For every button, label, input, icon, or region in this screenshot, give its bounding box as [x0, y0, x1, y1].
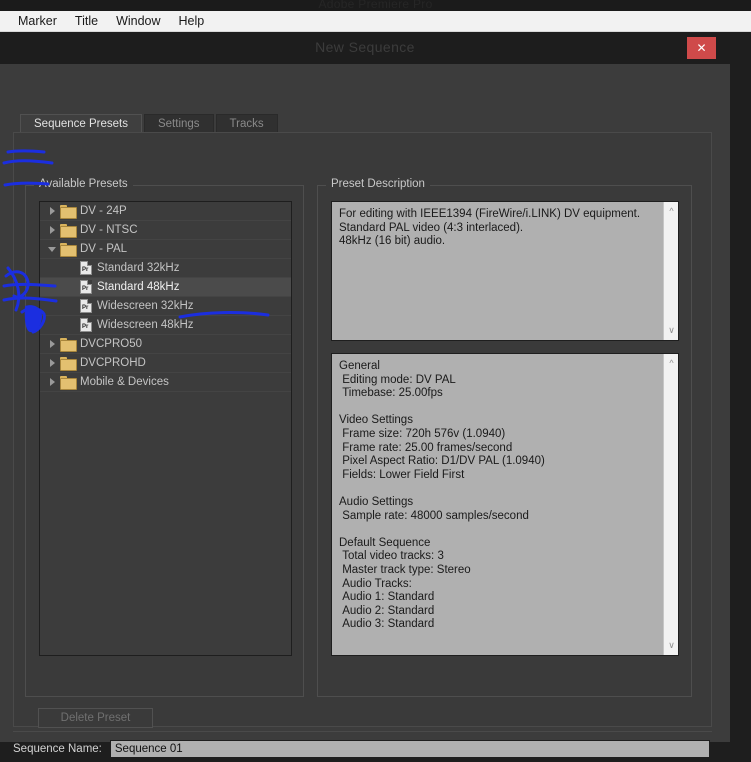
tree-item-label: DVCPROHD	[80, 357, 146, 369]
folder-icon	[60, 376, 77, 390]
menu-item-help[interactable]: Help	[170, 12, 214, 31]
premiere-preset-file-icon: Pr	[80, 280, 92, 294]
pr-glyph: Pr	[82, 305, 89, 311]
description-scrollbar[interactable]: ^ ∨	[663, 202, 678, 340]
dialog-title: New Sequence	[315, 39, 415, 55]
tree-item-label: Standard 32kHz	[97, 262, 180, 274]
tab-strip: Sequence Presets Settings Tracks	[20, 113, 280, 133]
tree-item-label: Widescreen 48kHz	[97, 319, 194, 331]
disclosure-triangle-icon	[49, 359, 55, 367]
chevron-right-icon[interactable]	[44, 359, 60, 367]
menu-item-marker[interactable]: Marker	[9, 12, 66, 31]
delete-preset-button[interactable]: Delete Preset	[38, 708, 153, 728]
folder-icon	[60, 338, 77, 352]
menu-item-title[interactable]: Title	[66, 12, 107, 31]
premiere-preset-file-icon: Pr	[80, 299, 92, 313]
chevron-right-icon[interactable]	[44, 207, 60, 215]
app-titlebar: Adobe Premiere Pro	[0, 0, 751, 11]
footer-divider	[13, 731, 712, 732]
scroll-down-icon[interactable]: ∨	[664, 323, 678, 338]
tree-item-label: Mobile & Devices	[80, 376, 169, 388]
folder-icon	[60, 224, 77, 238]
preset-tree[interactable]: DV - 24P DV - NTSC DV - PAL Pr Standard 32kH…	[39, 201, 292, 656]
preset-description-label: Preset Description	[326, 178, 430, 190]
tree-item-label: DVCPRO50	[80, 338, 142, 350]
tree-item-label: DV - PAL	[80, 243, 128, 255]
tree-row[interactable]: DVCPRO50	[40, 335, 291, 354]
app-root: Adobe Premiere Pro Marker Title Window Help…	[0, 0, 751, 762]
available-presets-group: Available Presets DV - 24P DV - NTSC DV - …	[25, 178, 304, 697]
tree-row[interactable]: Pr Widescreen 32kHz	[40, 297, 291, 316]
tree-row[interactable]: DV - 24P	[40, 202, 291, 221]
available-presets-label: Available Presets	[34, 178, 133, 190]
tree-item-label: Standard 48kHz	[97, 281, 180, 293]
tree-item-label: DV - NTSC	[80, 224, 138, 236]
tree-row[interactable]: Mobile & Devices	[40, 373, 291, 392]
new-sequence-dialog: New Sequence ✕ Sequence Presets Settings T…	[0, 32, 730, 758]
app-title: Adobe Premiere Pro	[318, 0, 433, 11]
tab-sequence-presets[interactable]: Sequence Presets	[20, 114, 142, 133]
disclosure-triangle-icon	[49, 340, 55, 348]
pr-glyph: Pr	[82, 286, 89, 292]
close-icon[interactable]: ✕	[687, 37, 716, 59]
chevron-right-icon[interactable]	[44, 378, 60, 386]
chevron-right-icon[interactable]	[44, 340, 60, 348]
preset-description-box: For editing with IEEE1394 (FireWire/i.LI…	[331, 201, 679, 341]
disclosure-triangle-icon	[49, 207, 55, 215]
scroll-down-icon[interactable]: ∨	[664, 638, 678, 653]
folder-icon	[60, 205, 77, 219]
sequence-name-row: Sequence Name:	[13, 740, 710, 758]
disclosure-triangle-icon	[49, 226, 55, 234]
premiere-preset-file-icon: Pr	[80, 261, 92, 275]
scroll-up-icon[interactable]: ^	[664, 204, 678, 219]
menu-bar: Marker Title Window Help	[0, 11, 751, 32]
tree-row[interactable]: DV - NTSC	[40, 221, 291, 240]
tree-row[interactable]: DVCPROHD	[40, 354, 291, 373]
chevron-down-icon[interactable]	[44, 246, 60, 252]
tree-row[interactable]: Pr Standard 48kHz	[40, 278, 291, 297]
preset-description-text: For editing with IEEE1394 (FireWire/i.LI…	[339, 208, 641, 248]
preset-details-text: General Editing mode: DV PAL Timebase: 2…	[339, 360, 545, 631]
disclosure-triangle-icon	[48, 246, 56, 252]
pr-glyph: Pr	[82, 324, 89, 330]
presets-panel: Available Presets DV - 24P DV - NTSC DV - …	[13, 132, 712, 728]
dialog-titlebar[interactable]: New Sequence ✕	[0, 32, 730, 64]
details-scrollbar[interactable]: ^ ∨	[663, 354, 678, 655]
scroll-up-icon[interactable]: ^	[664, 356, 678, 371]
tree-item-label: DV - 24P	[80, 205, 127, 217]
disclosure-triangle-icon	[49, 378, 55, 386]
pr-glyph: Pr	[82, 267, 89, 273]
sequence-name-input[interactable]	[109, 740, 710, 758]
tree-row[interactable]: Pr Widescreen 48kHz	[40, 316, 291, 335]
tab-settings[interactable]: Settings	[143, 114, 214, 133]
premiere-preset-file-icon: Pr	[80, 318, 92, 332]
chevron-right-icon[interactable]	[44, 226, 60, 234]
menu-item-window[interactable]: Window	[107, 12, 169, 31]
folder-icon	[60, 357, 77, 371]
tab-tracks[interactable]: Tracks	[215, 114, 278, 133]
preset-description-group: Preset Description For editing with IEEE…	[317, 178, 692, 697]
preset-details-box: General Editing mode: DV PAL Timebase: 2…	[331, 353, 679, 656]
tree-row[interactable]: Pr Standard 32kHz	[40, 259, 291, 278]
tree-item-label: Widescreen 32kHz	[97, 300, 194, 312]
dialog-body: Sequence Presets Settings Tracks Available…	[0, 64, 730, 758]
close-x-glyph: ✕	[696, 41, 707, 55]
tree-row[interactable]: DV - PAL	[40, 240, 291, 259]
sequence-name-label: Sequence Name:	[13, 743, 102, 755]
folder-icon	[60, 243, 77, 257]
